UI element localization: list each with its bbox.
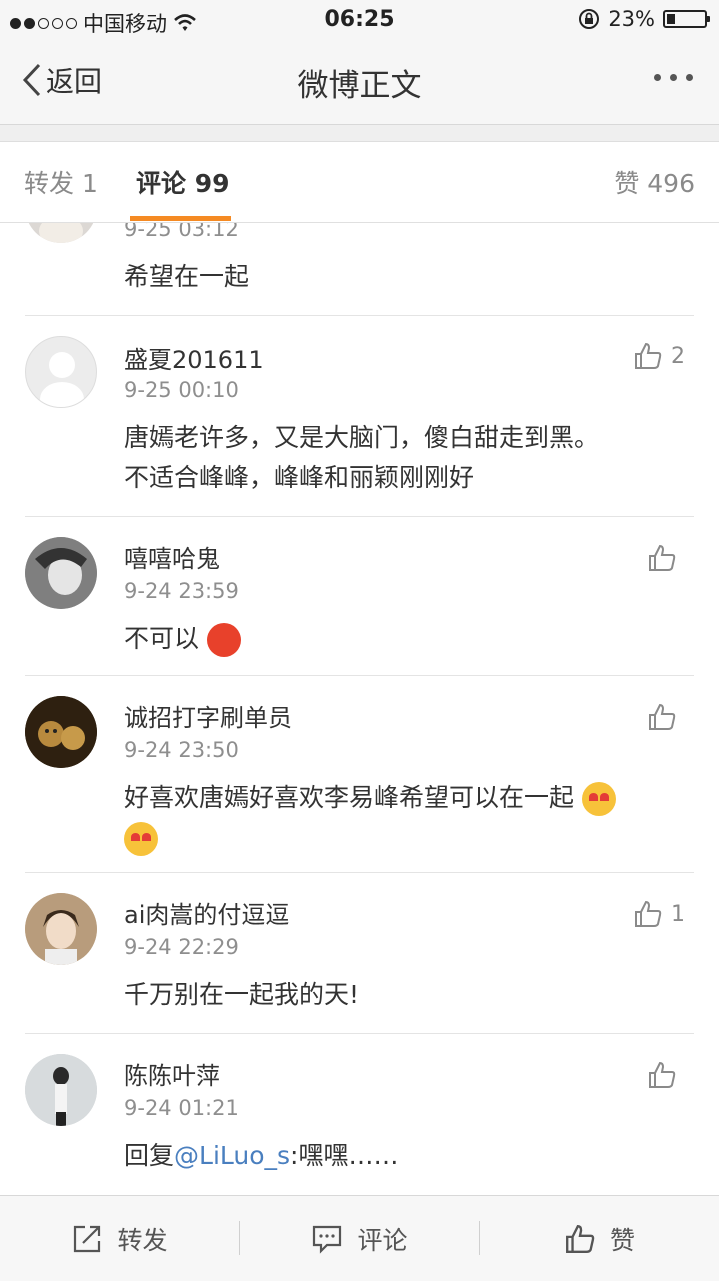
- comment-time: 9-24 23:50: [124, 738, 239, 762]
- like-button[interactable]: [647, 1060, 685, 1090]
- comment-text: 唐嫣老许多，又是大脑门，傻白甜走到黑。 不适合峰峰，峰峰和丽颖刚刚好: [124, 418, 699, 498]
- comment-text-line: 唐嫣老许多，又是大脑门，傻白甜走到黑。: [124, 423, 600, 452]
- comment-time: 9-25 00:10: [124, 378, 239, 402]
- comment-icon: [313, 1225, 342, 1254]
- comment-tabs: 转发 1 评论 99 赞 496: [0, 142, 719, 223]
- reply-text: :嘿嘿……: [290, 1141, 399, 1170]
- heart-eyes-emoji-icon: [581, 782, 616, 816]
- battery-percent: 23%: [608, 7, 655, 31]
- divider: [25, 675, 694, 676]
- battery-icon: [663, 10, 710, 28]
- comment-text: 希望在一起: [124, 262, 250, 291]
- comment-label: 评论: [357, 1225, 408, 1255]
- heart-eyes-emoji-icon: [124, 822, 158, 856]
- like-post-button[interactable]: 赞: [480, 1196, 719, 1281]
- comment-username[interactable]: 诚招打字刷单员: [124, 698, 292, 733]
- tab-likes[interactable]: 赞 496: [614, 164, 695, 200]
- nav-bar: 返回 微博正文: [0, 40, 719, 125]
- header-gap: [0, 125, 719, 142]
- repost-icon: [74, 1225, 101, 1252]
- thumbs-up-icon: [649, 544, 676, 571]
- comment-text-body: 不可以: [124, 624, 200, 653]
- thumbs-up-icon: [649, 703, 676, 730]
- avatar[interactable]: [25, 893, 97, 965]
- like-button[interactable]: [647, 702, 685, 732]
- thumbs-up-icon: [566, 1224, 595, 1253]
- tab-repost[interactable]: 转发 1: [24, 164, 98, 200]
- repost-button[interactable]: 转发: [0, 1196, 239, 1281]
- like-button[interactable]: [647, 543, 685, 573]
- thumbs-up-icon: [635, 900, 662, 927]
- comment-time: 9-24 01:21: [124, 1096, 239, 1120]
- comment-text-body: 好喜欢唐嫣好喜欢李易峰希望可以在一起: [124, 783, 575, 812]
- comment-time: 9-24 22:29: [124, 935, 239, 959]
- comment-time: 9-24 23:59: [124, 579, 239, 603]
- like-label: 赞: [609, 1225, 635, 1255]
- like-count: 1: [671, 901, 685, 927]
- comment-button[interactable]: 评论: [240, 1196, 479, 1281]
- reply-prefix: 回复: [124, 1141, 175, 1170]
- more-button[interactable]: [654, 64, 693, 81]
- repost-label: 转发: [117, 1225, 168, 1255]
- tab-comments[interactable]: 评论 99: [136, 164, 230, 200]
- divider: [25, 516, 694, 517]
- like-button[interactable]: 1: [633, 899, 685, 929]
- comment-text: 千万别在一起我的天!: [124, 980, 360, 1009]
- bottom-toolbar: 转发 评论 赞: [0, 1195, 719, 1281]
- comment-username[interactable]: 陈陈叶萍: [124, 1056, 220, 1091]
- comment-list[interactable]: 9-25 03:12 希望在一起 盛夏201611 9-25 00:10 唐嫣老…: [0, 145, 719, 1195]
- comment-text-line: 不适合峰峰，峰峰和丽颖刚刚好: [124, 463, 475, 492]
- thumbs-up-icon: [649, 1061, 676, 1088]
- divider: [25, 872, 694, 873]
- status-bar: 中国移动 06:25 23%: [0, 0, 719, 40]
- comment-username[interactable]: 嘻嘻哈鬼: [124, 539, 220, 574]
- comment-text: 好喜欢唐嫣好喜欢李易峰希望可以在一起: [124, 778, 699, 858]
- angry-emoji-icon: [206, 623, 241, 657]
- active-tab-indicator: [130, 216, 231, 221]
- divider: [25, 315, 694, 316]
- avatar[interactable]: [25, 537, 97, 609]
- mention-link[interactable]: @LiLuo_s: [174, 1141, 290, 1170]
- avatar[interactable]: [25, 696, 97, 768]
- page-title: 微博正文: [297, 68, 422, 104]
- like-count: 2: [671, 343, 685, 369]
- comment-text: 不可以: [124, 619, 699, 659]
- comment-username[interactable]: 盛夏201611: [124, 340, 264, 375]
- like-button[interactable]: 2: [633, 341, 685, 371]
- divider: [25, 1033, 694, 1034]
- comment-text: 回复@LiLuo_s:嘿嘿……: [124, 1136, 699, 1176]
- rotation-lock-icon: [579, 9, 600, 29]
- comment-username[interactable]: ai肉嵩的付逗逗: [124, 895, 289, 930]
- status-right: 23%: [578, 7, 710, 31]
- avatar[interactable]: [25, 336, 97, 408]
- thumbs-up-icon: [635, 342, 662, 369]
- avatar[interactable]: [25, 1054, 97, 1126]
